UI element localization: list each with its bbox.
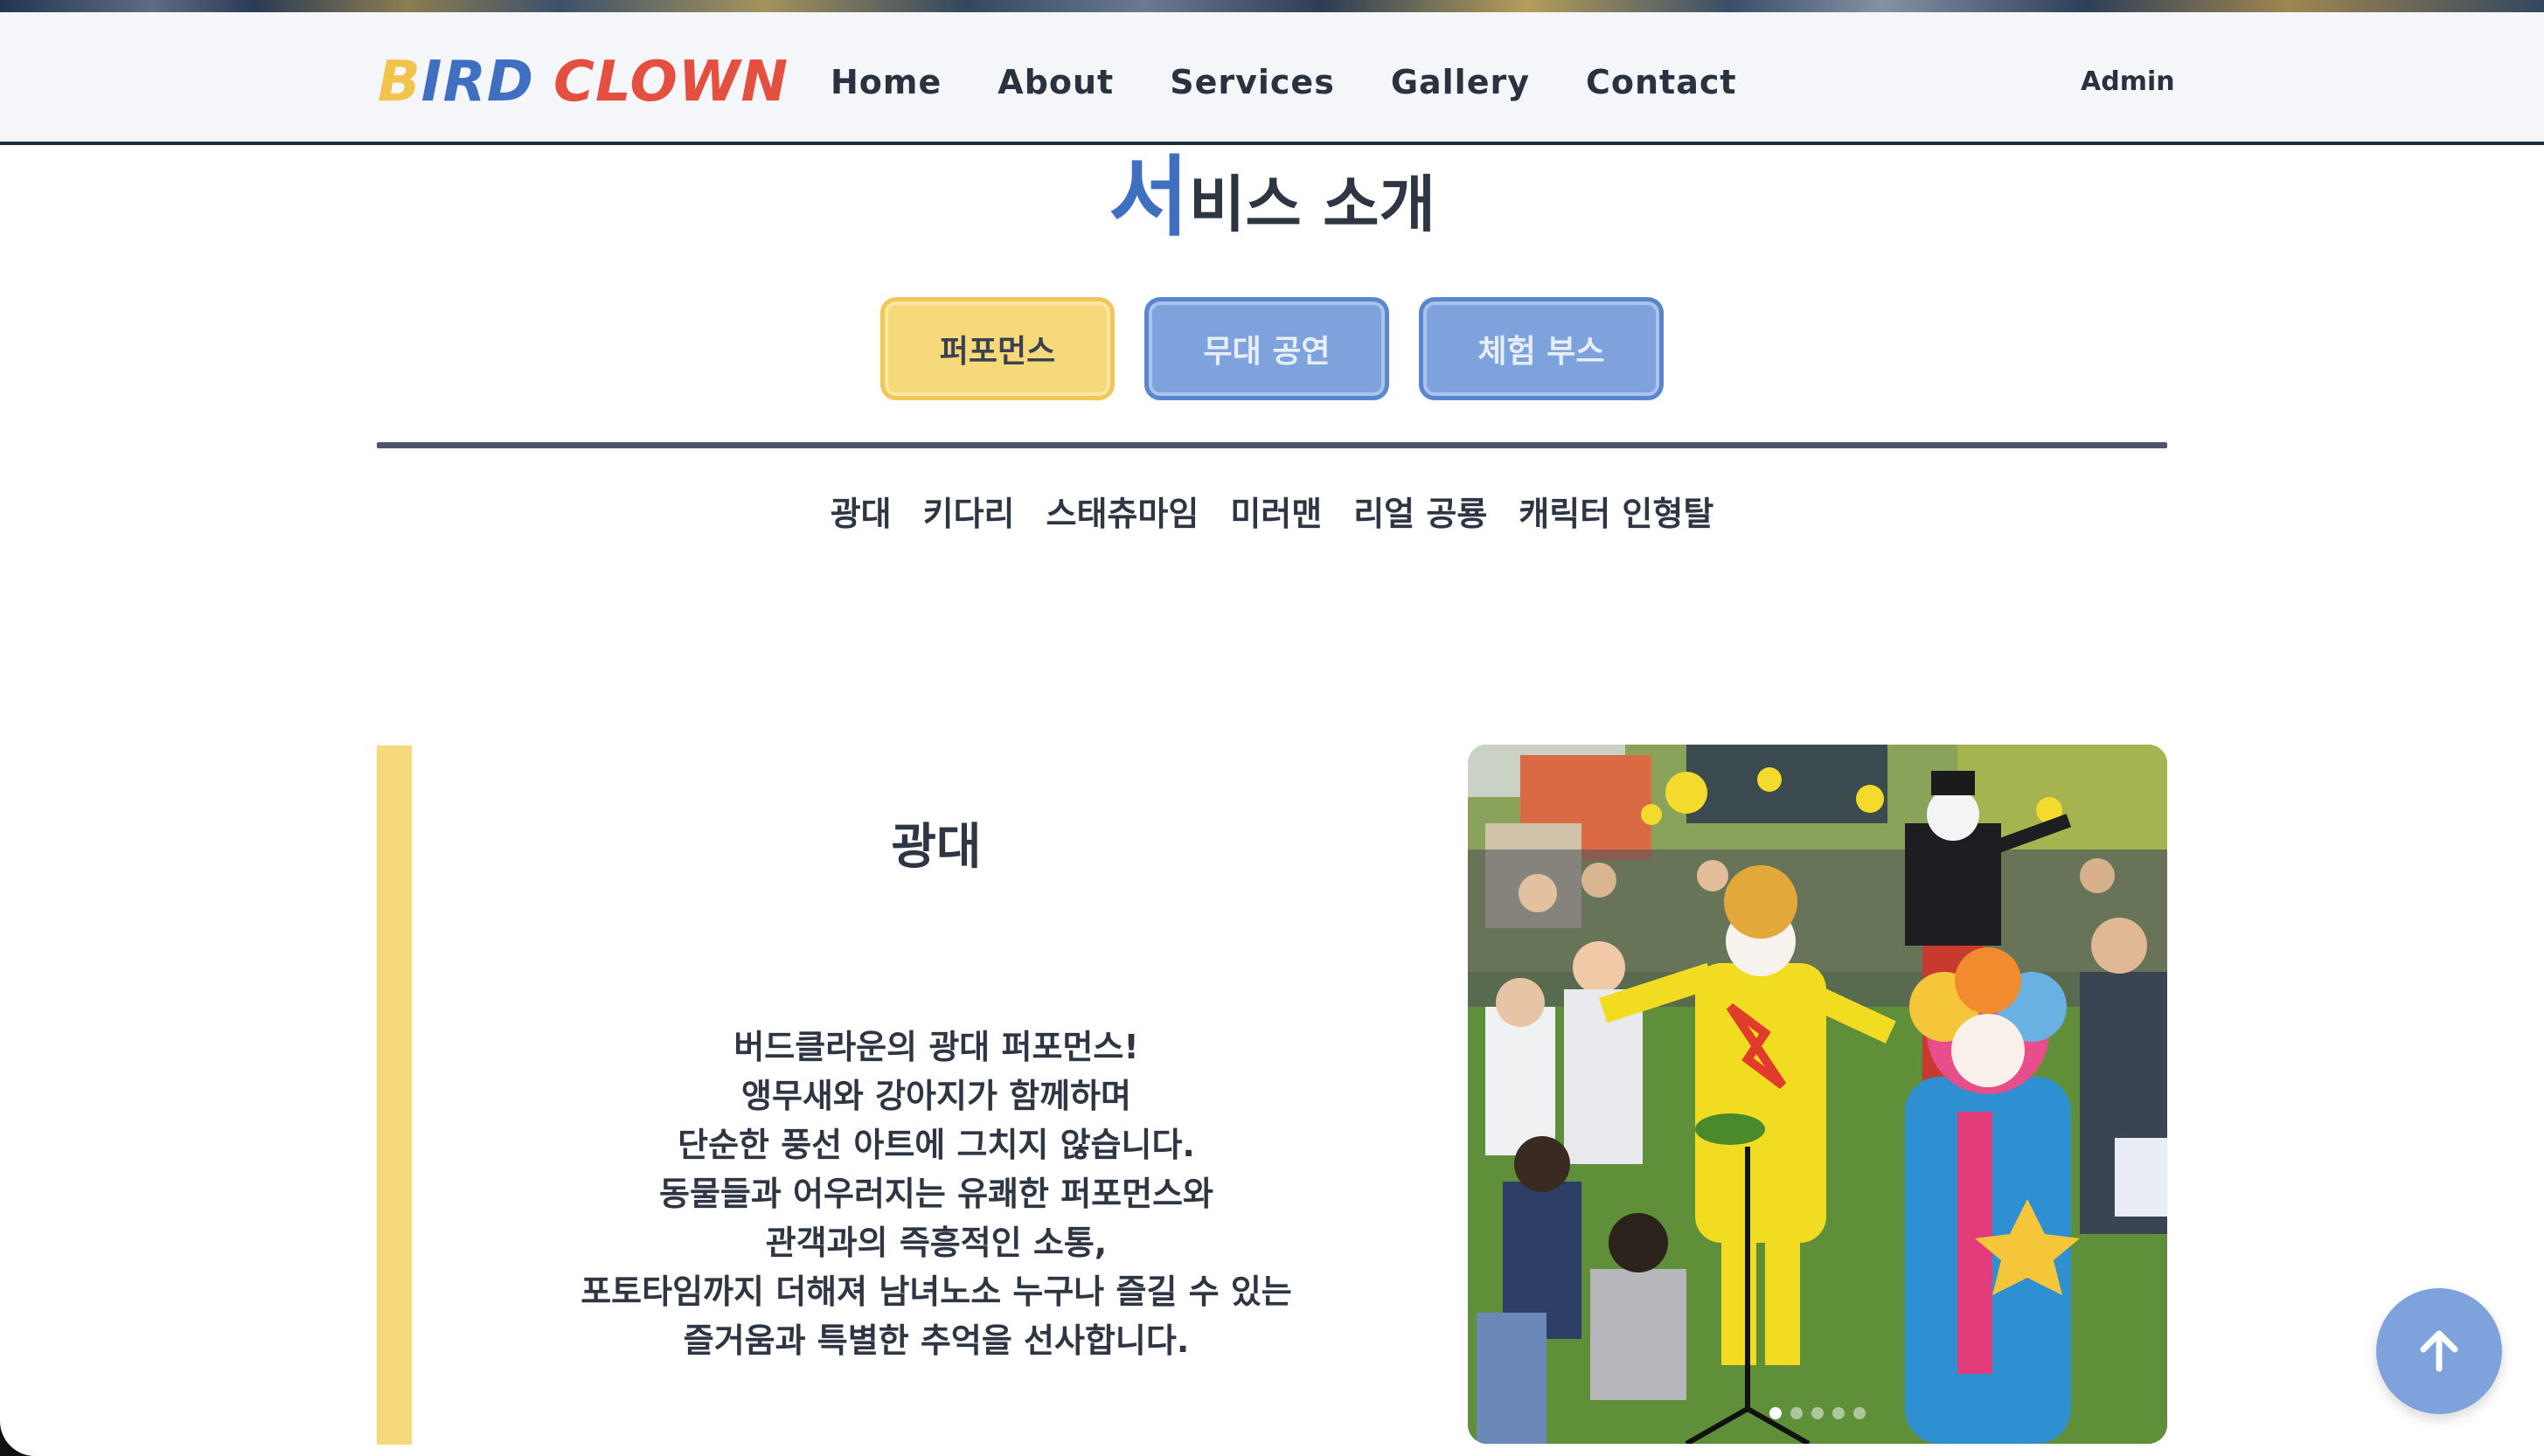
scroll-to-top-button[interactable] [2376, 1288, 2502, 1414]
description-line: 포토타임까지 더해져 남녀노소 누구나 즐길 수 있는 [580, 1272, 1292, 1311]
window-corner [0, 1421, 35, 1456]
subtab-clown[interactable]: 광대 [831, 486, 892, 542]
nav-link-about[interactable]: About [997, 56, 1114, 108]
carousel-dot[interactable] [1853, 1407, 1866, 1419]
nav-link-contact[interactable]: Contact [1586, 56, 1737, 108]
brand-logo[interactable]: BIRD CLOWN [378, 47, 789, 117]
performance-photo-carousel[interactable] [1468, 745, 2167, 1444]
carousel-dot[interactable] [1790, 1407, 1803, 1419]
subtab-character-costume[interactable]: 캐릭터 인형탈 [1519, 486, 1713, 542]
subtab-mirror-man[interactable]: 미러맨 [1230, 486, 1322, 542]
arrow-up-icon [2420, 1330, 2458, 1372]
logo-letters-ird: IRD [421, 50, 534, 114]
top-decorative-strip [0, 0, 2544, 12]
admin-link[interactable]: Admin [2081, 63, 2175, 101]
subtab-statue-mime[interactable]: 스태츄마임 [1046, 486, 1199, 542]
logo-word-clown: CLOWN [553, 50, 789, 114]
subtab-stilt-walker[interactable]: 키다리 [923, 486, 1015, 542]
description-line: 앵무새와 강아지가 함께하며 [741, 1077, 1131, 1115]
description-line: 버드클라운의 광대 퍼포먼스! [733, 1028, 1139, 1066]
content-title: 광대 [891, 819, 982, 876]
clown-performance-photo [1468, 745, 2167, 1444]
description-line: 동물들과 어우러지는 유쾌한 퍼포먼스와 [658, 1175, 1213, 1213]
carousel-dot[interactable] [1832, 1407, 1845, 1419]
navbar: BIRD CLOWN Home About Services Gallery Co… [0, 12, 2544, 145]
description-line: 즐거움과 특별한 추억을 선사합니다. [683, 1321, 1190, 1360]
section-title-rest: 비스 소개 [1189, 169, 1435, 240]
performance-subtabs: 광대 키다리 스태츄마임 미러맨 리얼 공룡 캐릭터 인형탈 [0, 486, 2544, 542]
main-nav: Home About Services Gallery Contact [831, 56, 1737, 108]
tab-experience-booth[interactable]: 체험 부스 [1419, 297, 1664, 400]
carousel-dot[interactable] [1811, 1407, 1824, 1419]
tab-stage-show[interactable]: 무대 공연 [1144, 297, 1389, 400]
section-title-first-letter: 서 [1109, 146, 1189, 248]
carousel-dots [1468, 1407, 2167, 1419]
tab-performance[interactable]: 퍼포먼스 [880, 297, 1115, 400]
logo-letter-b: B [378, 50, 421, 114]
content-accent-bar [377, 745, 412, 1445]
description-line: 단순한 풍선 아트에 그치지 않습니다. [678, 1126, 1195, 1164]
description-line: 관객과의 즉흥적인 소통, [765, 1224, 1108, 1262]
service-tabs: 퍼포먼스 무대 공연 체험 부스 [0, 297, 2544, 400]
tabs-divider [377, 442, 2167, 448]
nav-link-home[interactable]: Home [831, 56, 942, 108]
nav-link-services[interactable]: Services [1170, 56, 1335, 108]
carousel-dot[interactable] [1769, 1407, 1782, 1419]
nav-link-gallery[interactable]: Gallery [1391, 56, 1530, 108]
content-description: 버드클라운의 광대 퍼포먼스! 앵무새와 강아지가 함께하며 단순한 풍선 아트… [412, 1023, 1461, 1365]
subtab-real-dinosaur[interactable]: 리얼 공룡 [1353, 486, 1487, 542]
section-title: 서비스 소개 [0, 145, 2544, 257]
